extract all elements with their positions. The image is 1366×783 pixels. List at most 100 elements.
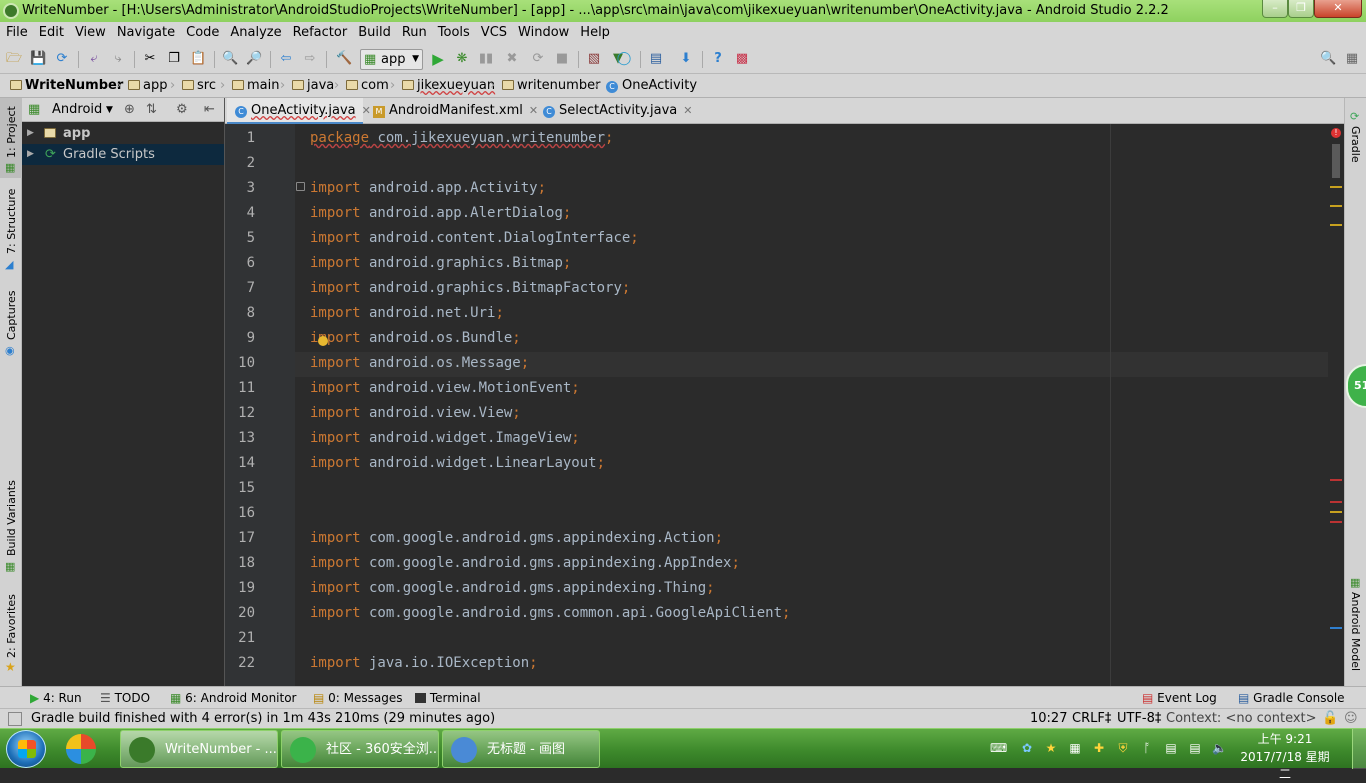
tree-expand-icon[interactable]: ▶ <box>27 144 34 165</box>
profile-icon[interactable]: ▮▮ <box>478 51 494 67</box>
paste-icon[interactable]: 📋 <box>190 51 206 67</box>
more-icon[interactable]: ▦ <box>1344 51 1360 67</box>
line-number[interactable]: 3 <box>225 176 255 201</box>
minimize-button[interactable]: – <box>1262 0 1288 18</box>
menu-item-view[interactable]: View <box>70 22 111 44</box>
volume-icon[interactable]: 🔈 <box>1212 741 1227 755</box>
code-line[interactable]: import com.google.android.gms.appindexin… <box>310 526 723 551</box>
line-number[interactable]: 17 <box>225 526 255 551</box>
tool-event-log[interactable]: ▤ Event Log <box>1142 687 1217 709</box>
error-mark[interactable] <box>1330 501 1342 503</box>
tool-terminal[interactable]: Terminal <box>415 687 481 709</box>
error-indicator-icon[interactable]: ! <box>1331 128 1341 138</box>
tab-select-activity[interactable]: C SelectActivity.java ✕ <box>535 98 692 124</box>
clock-date[interactable]: 2017/7/18 星期二 <box>1240 749 1330 783</box>
scroll-thumb[interactable] <box>1332 144 1340 178</box>
tool-window-gradle[interactable]: Gradle <box>1349 126 1362 163</box>
menu-item-code[interactable]: Code <box>181 22 224 44</box>
360-browser-pinned-icon[interactable] <box>66 734 96 764</box>
menu-item-refactor[interactable]: Refactor <box>288 22 353 44</box>
bluetooth-icon[interactable]: ᚩ <box>1140 741 1154 755</box>
code-line[interactable]: import com.google.android.gms.appindexin… <box>310 551 740 576</box>
find-icon[interactable]: 🔍 <box>222 51 238 67</box>
breadcrumb-item[interactable]: com <box>346 74 389 98</box>
tree-expand-icon[interactable]: ▶ <box>27 123 34 144</box>
inspector-icon[interactable]: ☺ <box>1344 709 1358 729</box>
line-number[interactable]: 2 <box>225 151 255 176</box>
code-line[interactable]: import com.google.android.gms.appindexin… <box>310 576 715 601</box>
warning-mark[interactable] <box>1330 224 1342 226</box>
tool-window-captures[interactable]: Captures <box>5 291 18 340</box>
shield-icon[interactable]: ⛨ <box>1116 741 1130 755</box>
stop-icon[interactable]: ■ <box>554 51 570 67</box>
warning-mark[interactable] <box>1330 186 1342 188</box>
caret-position[interactable]: 10:27 <box>1030 709 1067 729</box>
maximize-button[interactable]: ❐ <box>1288 0 1314 18</box>
fold-marker-icon[interactable] <box>296 182 305 191</box>
menu-item-file[interactable]: File <box>1 22 33 44</box>
status-message[interactable]: Gradle build finished with 4 error(s) in… <box>31 709 495 729</box>
line-number[interactable]: 16 <box>225 501 255 526</box>
breadcrumb-item[interactable]: writenumber <box>502 74 600 98</box>
code-line[interactable]: import android.net.Uri; <box>310 301 504 326</box>
start-button[interactable] <box>6 730 46 768</box>
code-line[interactable]: import android.app.Activity; <box>310 176 546 201</box>
keyboard-icon[interactable]: ⌨ <box>990 741 1007 755</box>
code-line[interactable]: import java.io.IOException; <box>310 651 538 676</box>
tab-one-activity[interactable]: C OneActivity.java ✕ <box>227 98 371 124</box>
device-monitor-icon[interactable]: ⬇ <box>678 51 694 67</box>
tree-item-app[interactable]: ▶ app <box>22 123 225 144</box>
line-number[interactable]: 8 <box>225 301 255 326</box>
android-device-icon[interactable]: ▩ <box>734 51 750 67</box>
menu-item-help[interactable]: Help <box>575 22 615 44</box>
taskbar-item[interactable]: 无标题 - 画图 <box>442 730 600 768</box>
redo-icon[interactable]: ⤷ <box>110 51 126 67</box>
project-view-mode[interactable]: Android <box>52 98 102 122</box>
tool-window-favorites[interactable]: 2: Favorites <box>5 594 18 658</box>
collapse-all-icon[interactable]: ⇅ <box>146 98 157 122</box>
line-number[interactable]: 19 <box>225 576 255 601</box>
tool-window-structure[interactable]: 7: Structure <box>5 189 18 254</box>
line-number[interactable]: 9 <box>225 326 255 351</box>
clock-time[interactable]: 上午 9:21 <box>1240 731 1330 748</box>
tool-window-android-model[interactable]: Android Model <box>1349 592 1362 671</box>
plus-tray-icon[interactable]: ✚ <box>1092 741 1106 755</box>
breadcrumb-item[interactable]: app <box>128 74 167 98</box>
line-number[interactable]: 13 <box>225 426 255 451</box>
tool-run[interactable]: ▶ 4: Run <box>30 687 82 709</box>
line-number[interactable]: 15 <box>225 476 255 501</box>
apply-changes-icon[interactable]: ⟳ <box>530 51 546 67</box>
menu-item-analyze[interactable]: Analyze <box>225 22 286 44</box>
gear-icon[interactable]: ⚙ <box>176 98 188 122</box>
line-number[interactable]: 21 <box>225 626 255 651</box>
error-mark[interactable] <box>1330 479 1342 481</box>
line-number[interactable]: 6 <box>225 251 255 276</box>
sync-icon[interactable]: ⟳ <box>54 51 70 67</box>
window-title-bar[interactable]: WriteNumber - [H:\Users\Administrator\An… <box>0 0 1366 22</box>
copy-icon[interactable]: ❐ <box>166 51 182 67</box>
line-number[interactable]: 22 <box>225 651 255 676</box>
search-everywhere-icon[interactable]: 🔍 <box>1320 51 1336 67</box>
run-icon[interactable]: ▶ <box>430 51 446 67</box>
line-number[interactable]: 10 <box>225 351 255 376</box>
project-structure-icon[interactable]: ▤ <box>648 51 664 67</box>
tab-android-manifest[interactable]: M AndroidManifest.xml ✕ <box>365 98 538 124</box>
menu-item-tools[interactable]: Tools <box>433 22 475 44</box>
info-mark[interactable] <box>1330 627 1342 629</box>
star-tray-icon[interactable]: ★ <box>1044 741 1058 755</box>
breadcrumb-item[interactable]: java <box>292 74 334 98</box>
file-encoding[interactable]: UTF-8‡ <box>1117 709 1161 729</box>
line-number[interactable]: 18 <box>225 551 255 576</box>
code-line[interactable]: import android.widget.LinearLayout; <box>310 451 605 476</box>
cut-icon[interactable]: ✂ <box>142 51 158 67</box>
close-icon[interactable]: ✕ <box>683 104 692 117</box>
breadcrumb-item[interactable]: jikexueyuan <box>402 74 495 98</box>
windows-tray-icon[interactable]: ▦ <box>1068 741 1082 755</box>
code-line[interactable]: import android.view.View; <box>310 401 521 426</box>
taskbar-item[interactable]: 社区 - 360安全浏... <box>281 730 439 768</box>
tool-android-monitor[interactable]: ▦ 6: Android Monitor <box>170 687 297 709</box>
tool-gradle-console[interactable]: ▤ Gradle Console <box>1238 687 1345 709</box>
save-icon[interactable]: 💾 <box>30 51 46 67</box>
breadcrumb-item[interactable]: src <box>182 74 216 98</box>
menu-item-run[interactable]: Run <box>397 22 432 44</box>
